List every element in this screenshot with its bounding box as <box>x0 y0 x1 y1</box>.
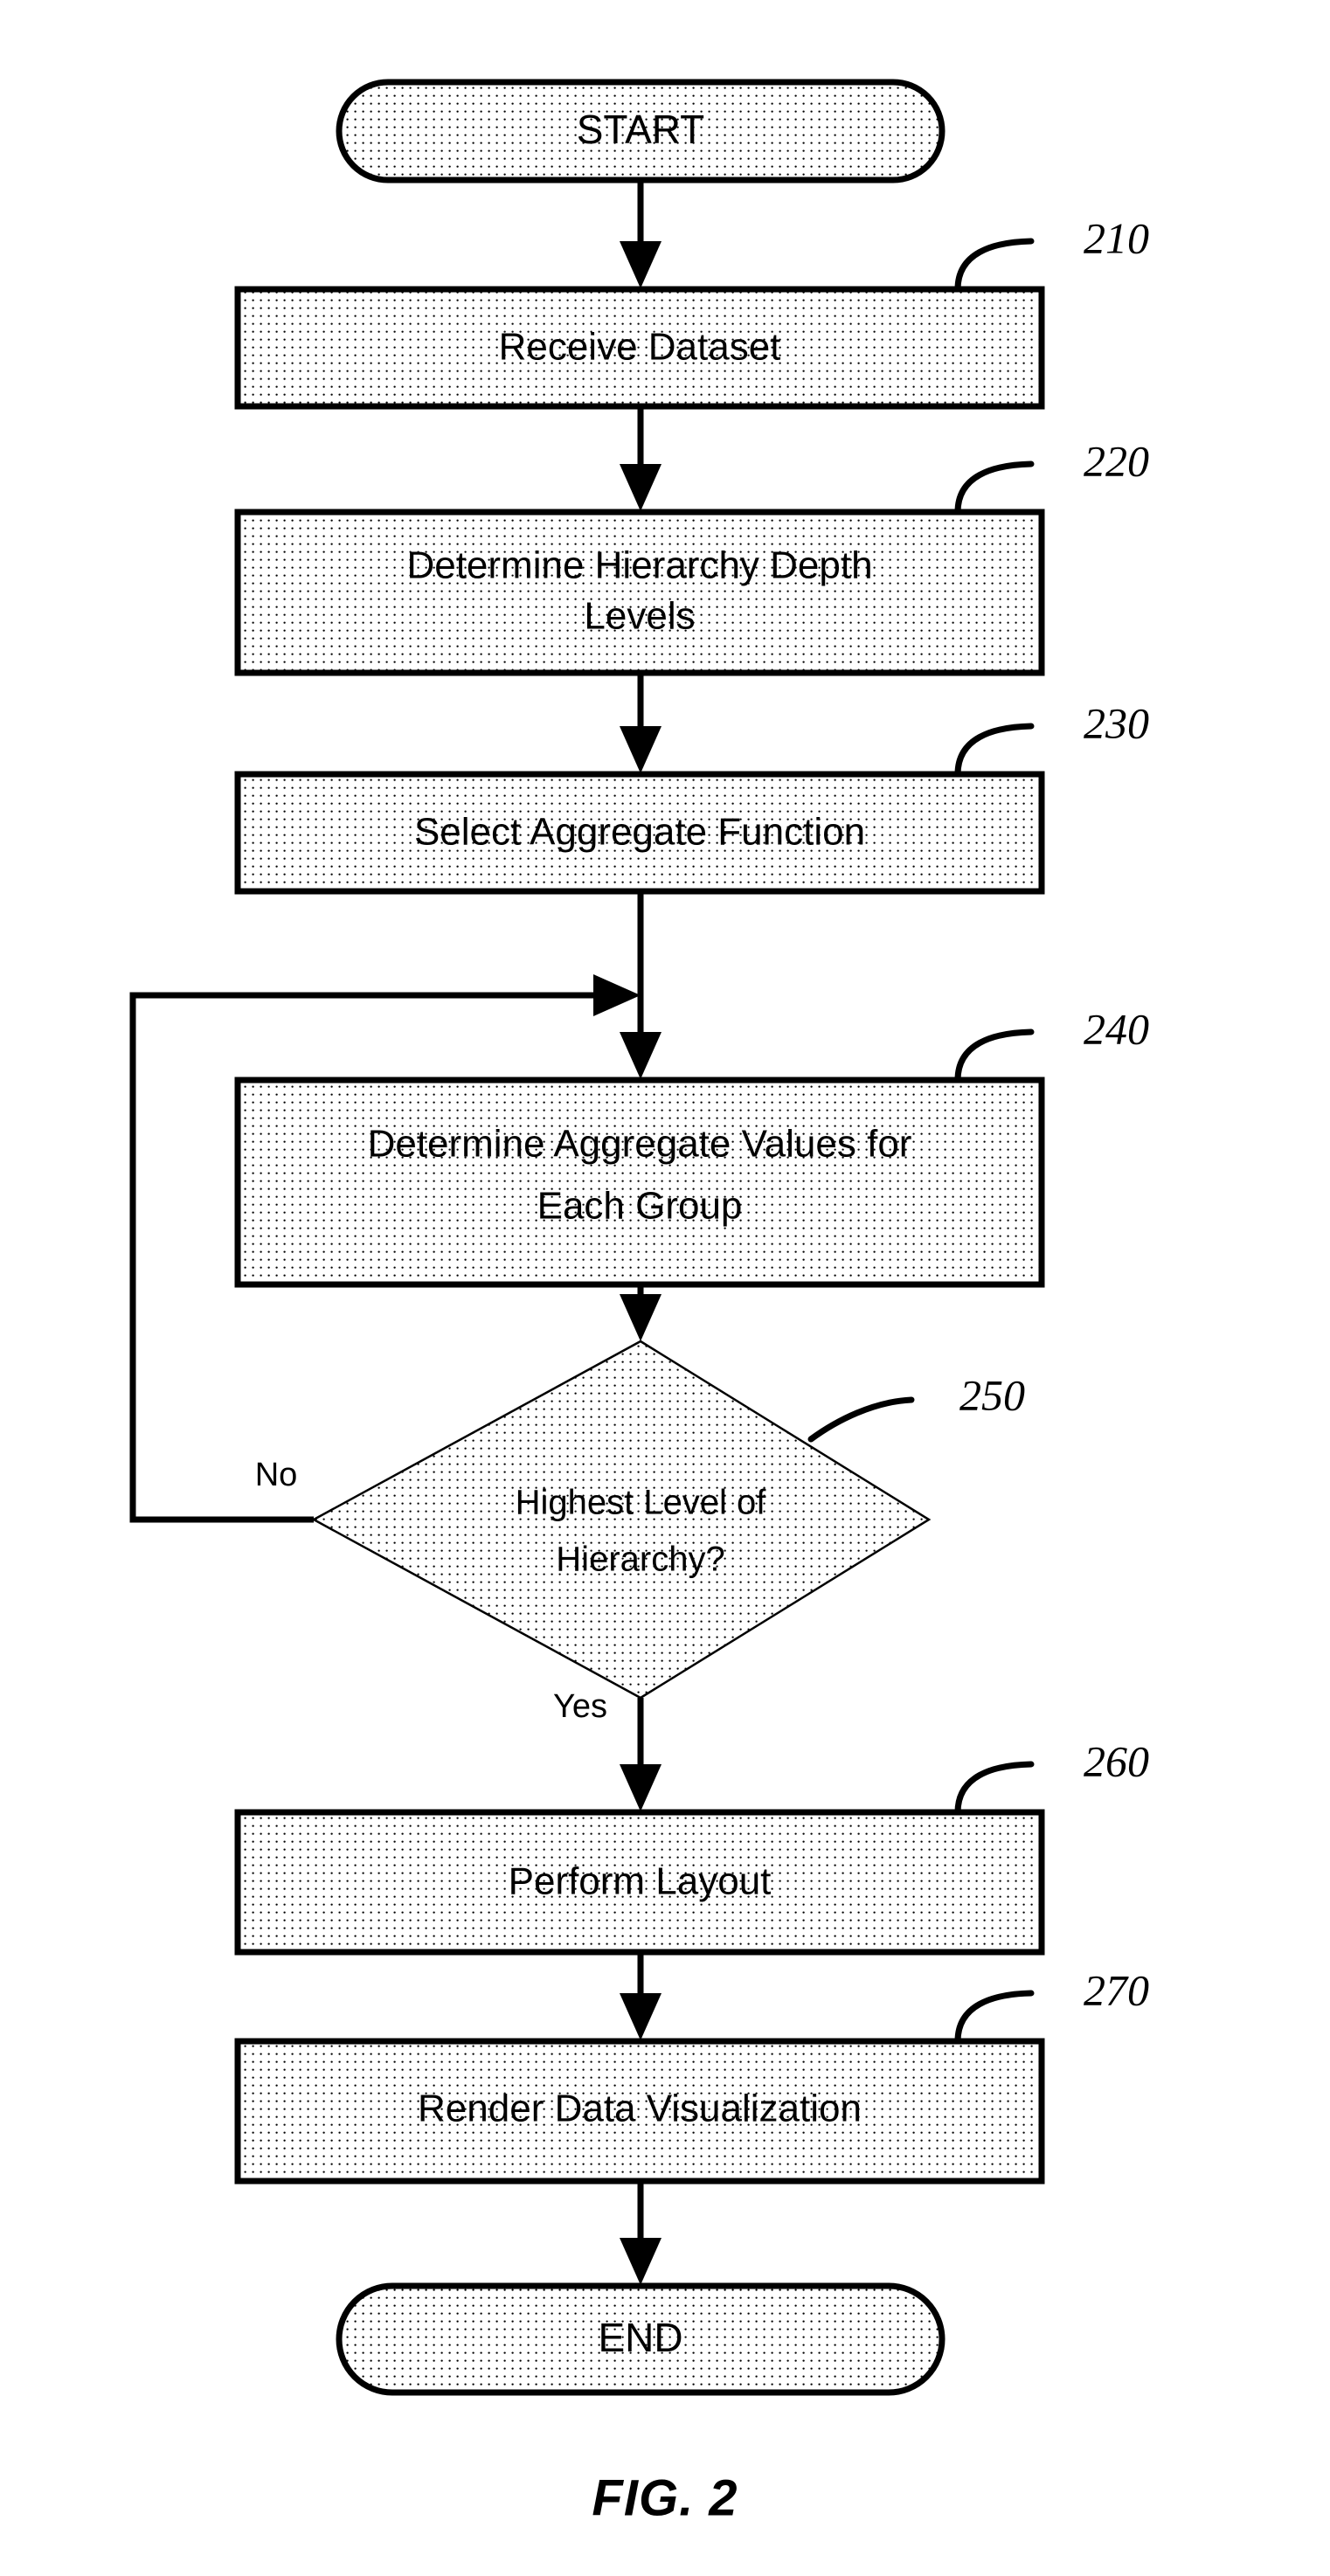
ref-number-230: 230 <box>1084 698 1149 747</box>
step270-label: Render Data Visualization <box>418 2088 862 2130</box>
figure-caption: FIG. 2 <box>592 2469 738 2526</box>
edge-label-no: No <box>255 1457 298 1493</box>
step220-label-line2: Levels <box>584 595 695 638</box>
step230-label: Select Aggregate Function <box>414 811 865 854</box>
step240-shape <box>234 1077 1045 1288</box>
node-step-270: Render Data Visualization <box>234 2038 1045 2185</box>
node-step-260: Perform Layout <box>234 1809 1045 1956</box>
step210-label: Receive Dataset <box>499 326 781 369</box>
start-label: START <box>577 107 705 152</box>
node-step-220: Determine Hierarchy Depth Levels <box>234 509 1045 676</box>
node-step-240: Determine Aggregate Values for Each Grou… <box>234 1077 1045 1288</box>
ref-number-250: 250 <box>959 1370 1025 1419</box>
node-start: START <box>336 79 946 184</box>
ref-number-210: 210 <box>1084 213 1149 262</box>
ref-number-240: 240 <box>1084 1004 1149 1053</box>
ref-number-220: 220 <box>1084 436 1149 485</box>
node-end: END <box>336 2282 946 2396</box>
step220-shape <box>234 509 1045 676</box>
ref-number-260: 260 <box>1084 1736 1149 1785</box>
patent-figure: START Receive Dataset 210 Determine Hier… <box>0 0 1330 2576</box>
step250-label-line1: Highest Level of <box>516 1484 767 1522</box>
step240-label-line2: Each Group <box>537 1185 743 1228</box>
flowchart-canvas: START Receive Dataset 210 Determine Hier… <box>0 0 1330 2576</box>
step240-label-line1: Determine Aggregate Values for <box>368 1123 912 1166</box>
step260-label: Perform Layout <box>509 1860 772 1903</box>
step250-label-line2: Hierarchy? <box>556 1541 724 1579</box>
node-step-230: Select Aggregate Function <box>234 771 1045 895</box>
end-label: END <box>598 2315 682 2360</box>
ref-number-270: 270 <box>1084 1965 1149 2014</box>
edge-label-yes: Yes <box>553 1688 607 1725</box>
node-step-210: Receive Dataset <box>234 286 1045 410</box>
step220-label-line1: Determine Hierarchy Depth <box>406 544 872 587</box>
